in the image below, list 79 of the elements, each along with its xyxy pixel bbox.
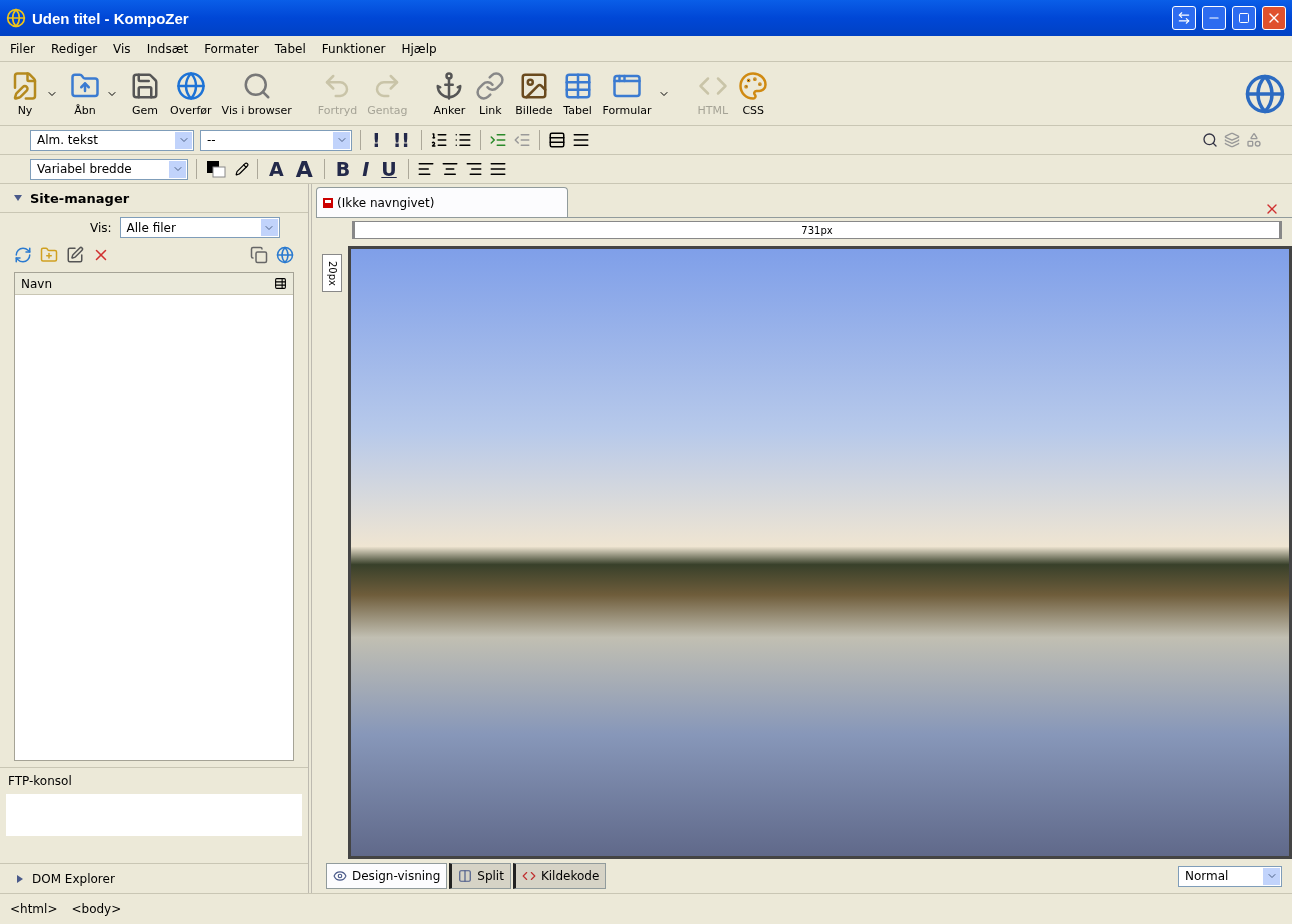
view-tab[interactable]: Kildekode <box>512 863 607 889</box>
toolbar-button[interactable]: Overfør <box>166 68 216 119</box>
page-icon <box>323 197 333 208</box>
align-center-icon[interactable] <box>440 160 459 178</box>
panel-title: DOM Explorer <box>32 871 115 886</box>
view-select[interactable]: Alle filer <box>119 217 280 238</box>
text-style-button[interactable]: I <box>359 158 373 180</box>
restore-icon <box>1238 12 1250 24</box>
font-size-button[interactable]: A <box>266 158 287 180</box>
align-left-icon[interactable] <box>416 160 435 178</box>
view-label: Vis: <box>90 220 112 235</box>
paragraph-select[interactable]: Alm. tekst <box>30 129 194 151</box>
document-tab[interactable]: (Ikke navngivet) <box>316 187 568 217</box>
toolbar-button[interactable]: Åbn <box>66 68 104 119</box>
view-tab[interactable]: Design-visning <box>326 863 448 889</box>
copy-icon[interactable] <box>250 246 268 264</box>
window-title: Uden titel - KompoZer <box>32 9 190 27</box>
expand-triangle-icon[interactable] <box>16 874 24 883</box>
zoom-icon[interactable] <box>1202 132 1218 148</box>
menu-item[interactable]: Rediger <box>45 39 104 58</box>
console-title: FTP-konsol <box>7 773 73 790</box>
indent-icon[interactable] <box>489 131 507 149</box>
pencil-icon[interactable] <box>235 162 249 176</box>
palette-icon <box>738 70 769 101</box>
toolbar-button[interactable]: Gem <box>126 68 164 119</box>
class-select[interactable]: -- <box>200 129 352 151</box>
edit-icon[interactable] <box>66 246 84 264</box>
font-select[interactable]: Variabel bredde <box>30 158 188 180</box>
resize-button[interactable] <box>1172 6 1196 30</box>
toolbar-button[interactable]: CSS <box>734 68 773 119</box>
align-right-icon[interactable] <box>464 160 483 178</box>
width-ruler: 731px <box>352 221 1282 239</box>
toolbar-button[interactable]: Link <box>471 68 510 119</box>
text-style-button[interactable]: U <box>378 158 400 180</box>
mode-select[interactable]: Normal <box>1178 865 1282 887</box>
lines-icon[interactable] <box>572 131 590 149</box>
menu-item[interactable]: Tabel <box>268 39 312 58</box>
numbered-list-icon[interactable] <box>430 131 448 149</box>
app-logo-icon <box>6 8 26 28</box>
globe-icon[interactable] <box>276 246 294 264</box>
globe-icon <box>175 70 206 101</box>
toolbar-button[interactable]: Vis i browser <box>217 68 296 119</box>
column-picker-icon[interactable] <box>274 277 287 290</box>
toolbar-button[interactable]: Billede <box>511 68 557 119</box>
menu-item[interactable]: Hjælp <box>395 39 443 58</box>
eye-icon <box>333 869 347 883</box>
code-icon <box>521 869 536 883</box>
refresh-icon[interactable] <box>14 246 32 264</box>
text-style-button[interactable]: B <box>332 158 354 180</box>
toolbar-button[interactable]: Ny <box>6 68 44 119</box>
columns-icon <box>458 869 473 883</box>
lines-icon[interactable] <box>548 131 566 149</box>
menu-item[interactable]: Formater <box>198 39 265 58</box>
align-justify-icon[interactable] <box>488 160 507 178</box>
minimize-button[interactable] <box>1202 6 1226 30</box>
menu-item[interactable]: Indsæt <box>140 39 195 58</box>
column-header: Navn <box>21 276 53 291</box>
menu-item[interactable]: Vis <box>107 39 137 58</box>
bullet-list-icon[interactable] <box>454 131 472 149</box>
arrows-icon <box>1177 11 1191 25</box>
view-tab[interactable]: Split <box>449 863 511 889</box>
element-path-item[interactable]: <html> <box>10 902 58 916</box>
link-icon <box>475 70 506 101</box>
close-button[interactable] <box>1262 6 1286 30</box>
panel-title: Site-manager <box>30 190 130 206</box>
emphasis-button[interactable]: ! <box>369 129 384 151</box>
restore-button[interactable] <box>1232 6 1256 30</box>
toolbar-button[interactable]: Tabel <box>558 68 597 119</box>
toolbar-button[interactable]: Anker <box>429 68 470 119</box>
height-ruler: 20px <box>322 254 342 292</box>
element-path-item[interactable]: <body> <box>71 902 122 916</box>
menu-item[interactable]: Filer <box>4 39 41 58</box>
font-size-button[interactable]: A <box>292 156 316 182</box>
emphasis-button[interactable]: !! <box>389 129 413 151</box>
menu-item[interactable]: Funktioner <box>315 39 392 58</box>
color-swatch-icon[interactable] <box>205 159 229 179</box>
toolbar-button[interactable]: Formular <box>598 68 656 119</box>
collapse-triangle-icon[interactable] <box>14 194 22 202</box>
globe-icon <box>1244 72 1286 115</box>
